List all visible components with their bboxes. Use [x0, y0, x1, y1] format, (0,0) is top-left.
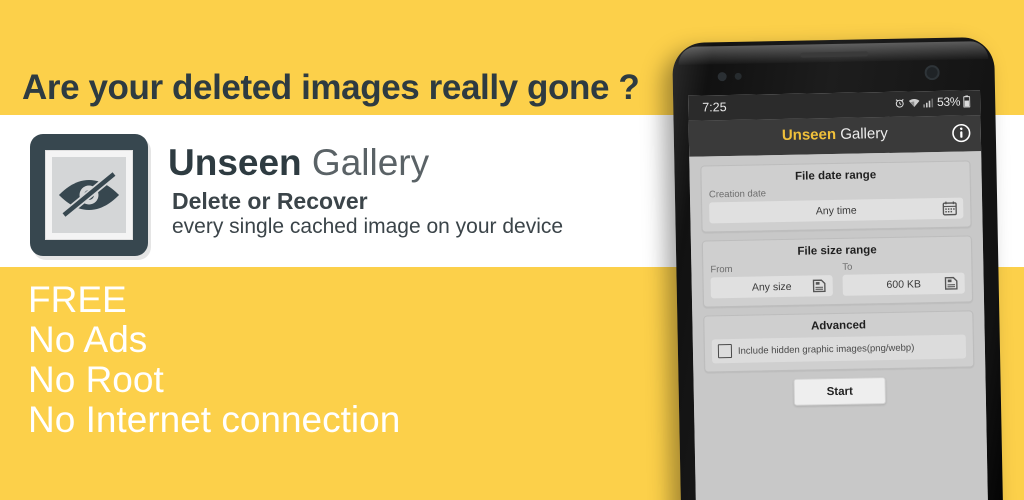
status-icons: 53% — [894, 94, 971, 110]
start-button-wrap: Start — [705, 375, 975, 407]
info-icon[interactable] — [952, 123, 971, 143]
size-from-field[interactable]: Any size — [710, 275, 833, 299]
file-size-icon[interactable] — [944, 276, 959, 291]
app-bar-title: Unseen Gallery — [689, 123, 981, 146]
tagline-primary: Delete or Recover — [172, 188, 368, 214]
size-from-group: From Any size — [710, 262, 833, 299]
card-title: File size range — [797, 244, 877, 258]
battery-percent: 53% — [936, 94, 961, 110]
include-hidden-images-label: Include hidden graphic images(png/webp) — [737, 341, 915, 357]
signal-icon — [923, 98, 933, 107]
feature-item: No Root — [28, 359, 164, 400]
app-bar-title-rest: Gallery — [835, 124, 888, 143]
include-hidden-images-checkbox[interactable] — [717, 343, 733, 359]
file-size-icon[interactable] — [812, 278, 827, 293]
app-bar-title-accent: Unseen — [781, 125, 837, 144]
app-logo — [30, 134, 148, 256]
feature-item: No Internet connection — [28, 399, 401, 440]
brand-name-light: Gallery — [301, 142, 430, 183]
status-time: 7:25 — [702, 100, 727, 115]
brand-title: Unseen Gallery — [168, 142, 429, 184]
screen-content: File date range Creation date Any time F… — [689, 151, 989, 500]
size-to-label: To — [842, 261, 853, 273]
size-from-value: Any size — [751, 280, 792, 294]
card-title: File date range — [794, 169, 877, 183]
alarm-icon — [895, 98, 904, 108]
feature-item: No Ads — [28, 319, 148, 360]
headline-text: Are your deleted images really gone ? — [22, 68, 640, 107]
calendar-icon[interactable] — [942, 201, 957, 216]
phone-mockup: 7:25 53% Unseen Gallery File date range … — [672, 36, 1004, 500]
card-file-size-range: File size range From Any size To 600 KB — [701, 235, 974, 308]
eye-slash-icon — [59, 170, 119, 219]
feature-list: FREE No Ads No Root No Internet connecti… — [28, 280, 400, 440]
creation-date-value: Any time — [815, 204, 857, 217]
size-to-field[interactable]: 600 KB — [842, 272, 965, 296]
size-from-label: From — [710, 263, 733, 276]
creation-date-field[interactable]: Any time — [709, 197, 964, 224]
size-to-value: 600 KB — [886, 277, 922, 291]
brand-name-bold: Unseen — [168, 142, 302, 183]
start-button[interactable]: Start — [793, 377, 886, 406]
wifi-icon — [908, 98, 920, 107]
include-hidden-images-row[interactable]: Include hidden graphic images(png/webp) — [711, 334, 967, 364]
card-file-date-range: File date range Creation date Any time — [700, 160, 972, 233]
size-range-row: From Any size To 600 KB — [710, 260, 965, 299]
battery-icon — [963, 95, 971, 108]
app-bar: Unseen Gallery — [688, 115, 982, 157]
size-to-group: To 600 KB — [842, 260, 965, 296]
promo-banner-screenshot: Are your deleted images really gone ? Un… — [0, 0, 1024, 500]
card-advanced: Advanced Include hidden graphic images(p… — [703, 310, 975, 373]
feature-item: FREE — [28, 279, 127, 320]
card-title: Advanced — [810, 319, 867, 333]
phone-screen: 7:25 53% Unseen Gallery File date range … — [688, 90, 989, 500]
tagline-secondary: every single cached image on your device — [172, 215, 564, 238]
